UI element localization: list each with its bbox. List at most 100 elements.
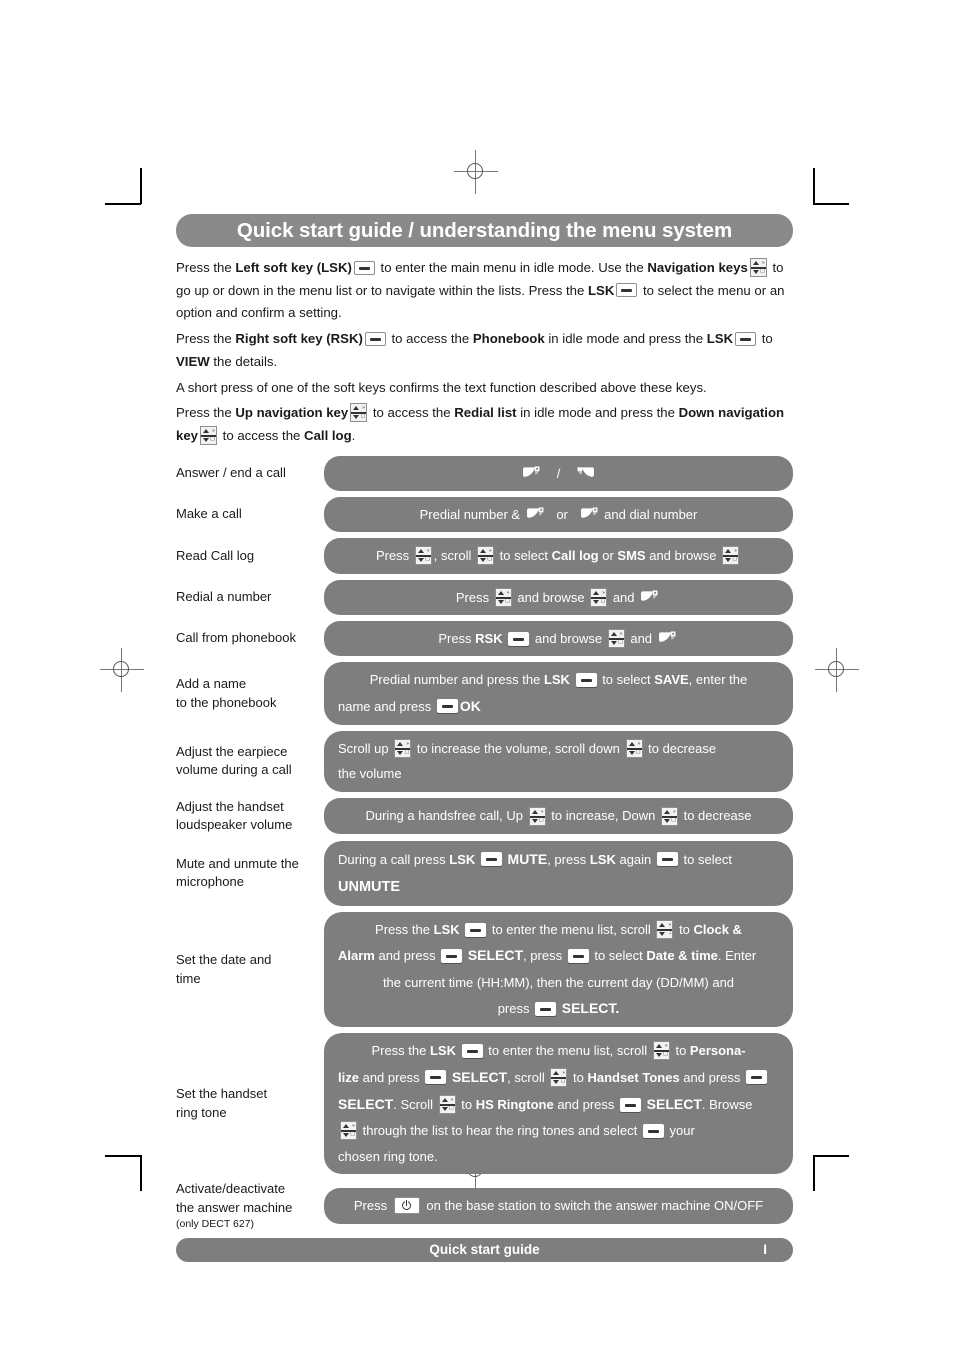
row-label-line1: Set the handset [176, 1086, 268, 1102]
table-row: Make a call Predial number & or and dial… [176, 496, 793, 533]
crop-mark-top-left [105, 168, 142, 205]
row11-select3: SELECT [646, 1096, 702, 1113]
row-content-adjust-earpiece-volume: Scroll up » □ to increase the volume, scr… [324, 730, 793, 792]
row11-text-a: Press the [371, 1043, 427, 1059]
row11-text-q: and press [557, 1097, 615, 1113]
row10-text-j: to select [594, 948, 643, 964]
answer-call-icon [658, 631, 676, 642]
soft-key-icon [656, 852, 678, 867]
row5-text-d: and [630, 631, 653, 646]
navigation-key-icon: » □ [414, 546, 432, 566]
intro-p4-calllog: Call log [304, 427, 352, 443]
page-footer: Quick start guide I [176, 1237, 793, 1262]
row9-lsk: LSK [449, 851, 476, 867]
row9-text-a: During a call press [338, 851, 446, 867]
row-content-make-a-call: Predial number & or and dial number [324, 496, 793, 533]
row9-unmute: UNMUTE [338, 878, 401, 895]
row7-text-b: to increase the volume, scroll down [416, 740, 620, 756]
row4-text-a: Press [455, 589, 490, 605]
table-row: Set the handset ring tone Press the LSK … [176, 1033, 793, 1175]
row9-lsk2: LSK [589, 851, 616, 867]
navigation-key-icon: » □ [722, 546, 740, 566]
row2-text-a: Predial number & [419, 506, 521, 522]
row9-mute: MUTE [507, 850, 548, 867]
row11-select1: SELECT [451, 1068, 508, 1085]
row10-text-d: to [679, 922, 690, 938]
intro-p2-e: to [758, 331, 773, 347]
row-label-answer-machine: Activate/deactivate the answer machine (… [176, 1180, 324, 1232]
soft-key-icon [746, 1070, 768, 1085]
row10-datetime: Date & time [646, 948, 718, 964]
row6-text-e: , enter the [688, 672, 748, 688]
soft-key-icon [461, 1043, 483, 1058]
soft-key-icon [436, 699, 458, 714]
row10-text-n: press [497, 1001, 530, 1017]
row-label-read-call-log: Read Call log [176, 547, 255, 563]
row-content-mute-unmute: During a call press LSK MUTE, press LSK … [324, 840, 793, 907]
row-content-call-from-phonebook: Press RSK and browse » □ and [324, 621, 793, 657]
crop-mark-top-right [813, 168, 849, 205]
intro-p4-f: . [351, 427, 356, 443]
row10-text-i: , press [523, 948, 563, 964]
row3-calllog: Call log [551, 548, 599, 564]
answer-call-icon [641, 590, 658, 601]
row3-text-g: and browse [649, 548, 717, 564]
intro-p4-upkey: Up navigation key [235, 405, 349, 421]
soft-key-icon [441, 949, 463, 964]
intro-p2-rsk: Right soft key (RSK) [235, 331, 363, 347]
row11-text-u: your [669, 1123, 695, 1139]
intro-p1-a: Press the [176, 260, 236, 275]
intro-paragraph-2: Press the Right soft key (RSK) to access… [176, 328, 793, 373]
row12-text-a: Press [353, 1198, 388, 1214]
row-label-call-from-phonebook: Call from phonebook [176, 630, 296, 646]
intro-p2-f: the details. [209, 353, 278, 369]
intro-p2-lsk: LSK [706, 331, 734, 347]
row5-text-a: Press [438, 631, 472, 646]
row7-text-a: Scroll up [338, 740, 389, 756]
row-label-line1: Set the date and [176, 952, 272, 968]
row10-alarm: Alarm [338, 948, 375, 964]
crop-mark-bottom-left [105, 1155, 142, 1191]
row11-handsettones: Handset Tones [587, 1069, 680, 1085]
navigation-key-icon: » □ [550, 1067, 568, 1087]
row10-text-l: . Enter [717, 948, 757, 964]
row-label-line2: to the phonebook [176, 694, 277, 710]
intro-p2-view: VIEW [176, 353, 210, 369]
row2-text-b: or [556, 506, 568, 522]
row3-text-e: or [602, 548, 614, 564]
row1-separator: / [556, 465, 561, 481]
registration-mark-top [454, 150, 498, 194]
row8-text-c: to decrease [683, 808, 752, 824]
row5-text-c: and browse [534, 631, 603, 646]
answer-call-icon [523, 466, 540, 477]
intro-text: Press the Left soft key (LSK) to enter t… [176, 257, 793, 448]
row-label-line1: Adjust the earpiece [176, 743, 288, 759]
row7-text-c: to decrease [648, 740, 717, 756]
row6-ok: OK [459, 697, 481, 714]
row8-text-a: During a handsfree call, Up [365, 808, 524, 824]
navigation-key-icon: » □ [652, 1041, 670, 1061]
row-label-line2: the answer machine [176, 1199, 293, 1215]
table-row: Adjust the handset loudspeaker volume Du… [176, 798, 793, 835]
row10-clock: Clock & [693, 922, 742, 938]
row11-select2: SELECT [338, 1096, 394, 1113]
power-button-icon [393, 1197, 420, 1215]
row-label-redial-a-number: Redial a number [176, 589, 272, 605]
navigation-key-icon: » □ [590, 587, 608, 607]
row9-text-d: , press [547, 851, 587, 867]
row11-text-i: , scroll [507, 1069, 545, 1085]
footer-page-number: I [763, 1242, 767, 1258]
table-row: Set the date and time Press the LSK to e… [176, 912, 793, 1028]
soft-key-icon [567, 949, 589, 964]
row12-text-b: on the base station to switch the answer… [426, 1198, 764, 1214]
navigation-key-icon: » □ [625, 739, 643, 759]
row11-text-d: to [675, 1043, 687, 1059]
row-label-line2: ring tone [176, 1104, 227, 1120]
row4-text-b: and browse [517, 589, 585, 605]
row7-text-d: the volume [338, 766, 402, 782]
row-content-redial-a-number: Press » □ and browse » □ and [324, 579, 793, 615]
table-row: Adjust the earpiece volume during a call… [176, 730, 793, 792]
row-content-adjust-loudspeaker-volume: During a handsfree call, Up » □ to increa… [324, 798, 793, 834]
navigation-key-icon: » ♩ [656, 920, 674, 940]
crop-mark-bottom-right [813, 1155, 849, 1191]
